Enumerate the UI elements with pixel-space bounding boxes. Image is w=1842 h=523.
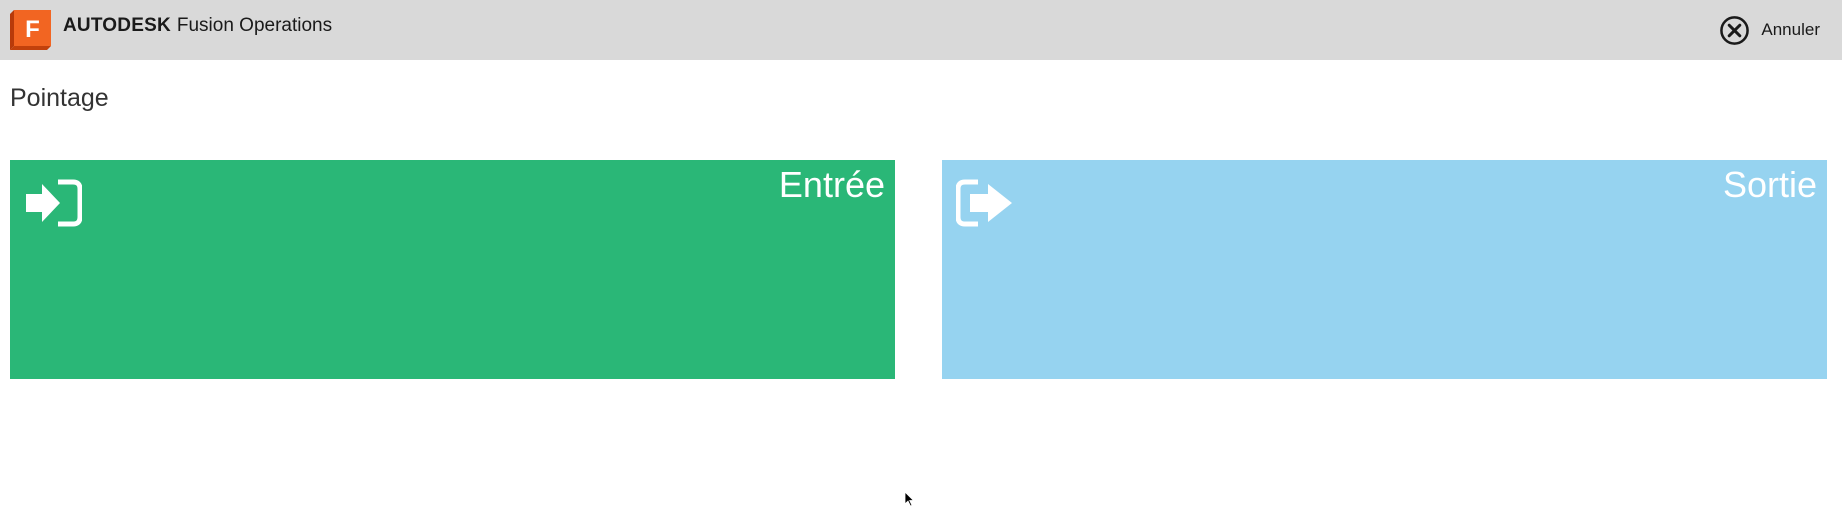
logo-letter: F <box>25 16 40 43</box>
clock-in-tile[interactable]: Entrée <box>10 160 895 379</box>
clock-in-label: Entrée <box>778 164 885 205</box>
cancel-button[interactable]: Annuler <box>1719 14 1820 46</box>
mouse-cursor-icon <box>905 492 915 507</box>
brand-title: AUTODESK Fusion Operations <box>63 15 332 37</box>
sign-in-icon <box>26 179 82 227</box>
brand-name: AUTODESK <box>63 15 171 36</box>
clock-out-label: Sortie <box>1722 164 1817 205</box>
circle-x-icon <box>1720 15 1750 45</box>
page-title: Pointage <box>10 84 109 112</box>
sign-out-icon <box>956 179 1012 227</box>
fusion-logo: F <box>10 10 51 50</box>
cancel-label: Annuler <box>1761 20 1820 39</box>
fusion-logo-icon: F <box>10 10 51 50</box>
clock-out-tile[interactable]: Sortie <box>942 160 1827 379</box>
product-name: Fusion Operations <box>176 15 333 36</box>
app-header: F AUTODESK Fusion Operations Annuler <box>0 0 1842 60</box>
